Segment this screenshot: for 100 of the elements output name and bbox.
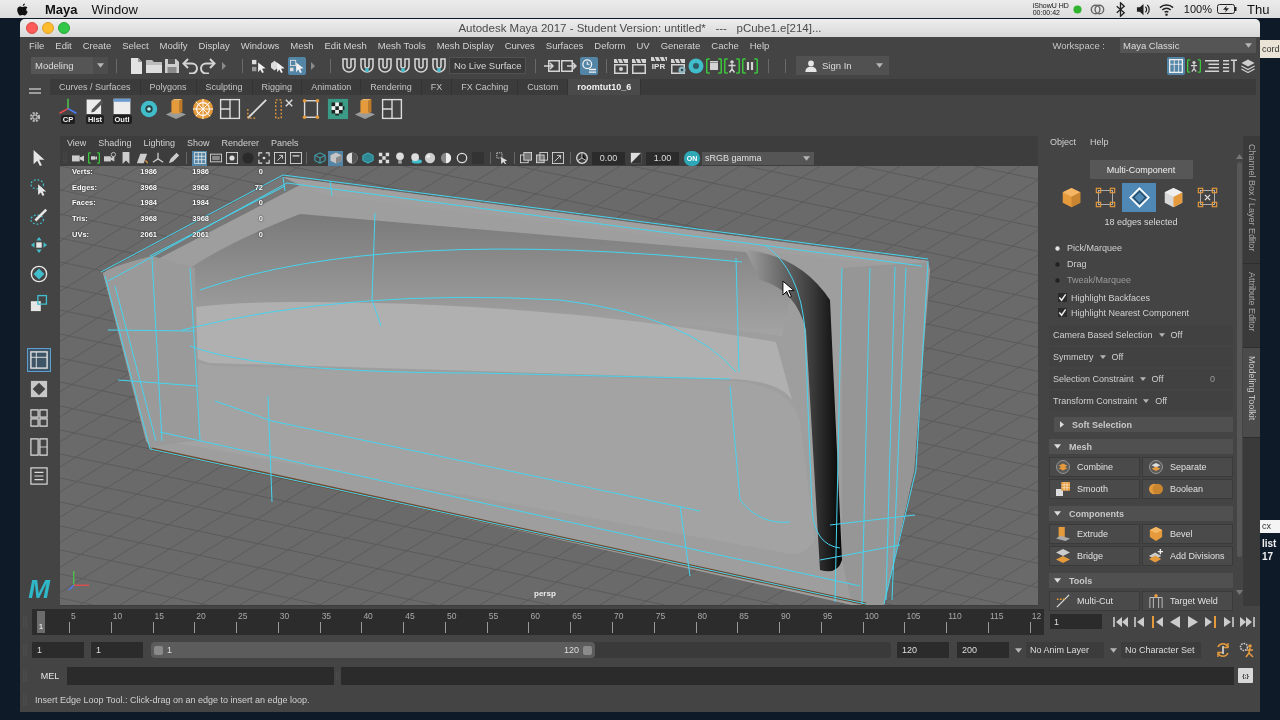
key-forward-icon[interactable] [1203,615,1219,628]
menu-item[interactable]: Generate [660,40,701,51]
menu-icon[interactable] [29,88,41,94]
tool-button[interactable]: Extrude [1049,524,1140,544]
three-line-axis-icon[interactable] [152,152,164,164]
paint-brush-icon[interactable] [30,207,48,225]
apple-icon[interactable] [16,1,29,17]
sofa-model-drawing[interactable] [100,174,930,605]
start-frame-field[interactable]: 1 [32,642,84,658]
section-header[interactable]: Components [1049,506,1233,521]
block-on-plane-icon[interactable] [165,98,187,120]
dotted-column-icon[interactable] [273,98,295,120]
section-header[interactable]: Tools [1049,573,1233,588]
close-button[interactable] [26,22,38,34]
layout-button[interactable] [27,464,51,488]
slanted-plane-icon[interactable] [136,152,148,164]
diagonal-line-icon[interactable] [246,98,268,120]
clapboard-icon[interactable] [631,57,647,74]
section-header[interactable]: Soft Selection [1054,417,1233,432]
anim-layer-dropdown[interactable]: No Anim Layer [1026,642,1104,658]
panel-toggle-button[interactable] [1167,56,1185,75]
folder-icon[interactable] [146,57,162,74]
workspace-dropdown[interactable]: Maya Classic [1120,38,1256,53]
gear-figure-icon[interactable] [1239,642,1255,658]
display-toggle-button[interactable] [256,150,271,166]
layout-button[interactable] [27,435,51,459]
component-mode-button[interactable] [1122,183,1156,212]
shelf-tab[interactable]: FX [421,79,453,95]
setting-value[interactable]: Off [1111,352,1124,362]
display-toggle-button[interactable] [208,150,223,166]
caret-icon[interactable] [1139,377,1146,381]
display-toggle-button[interactable] [272,150,287,166]
pencil-icon[interactable] [168,152,180,164]
menu-item[interactable]: Shading [98,138,132,148]
ipr-render-button[interactable]: IPR [649,57,668,74]
section-arrow-icon[interactable] [222,61,226,70]
split-window-icon[interactable] [219,98,241,120]
shading-toggle-button[interactable] [344,150,359,166]
command-input-field[interactable] [67,666,334,685]
menu-clock[interactable]: Thu [1247,1,1280,17]
magnet-icon[interactable] [413,57,429,74]
menu-item[interactable]: Surfaces [545,40,584,51]
tool-button[interactable]: Smooth [1049,479,1140,499]
window-arrow-icon[interactable] [561,57,577,74]
tool-button[interactable]: Target Weld [1142,591,1233,611]
scrollbar-thumb[interactable] [1236,162,1242,557]
setting-value[interactable]: Off [1155,396,1168,406]
diamond-ring-icon[interactable] [30,265,48,283]
radio-label[interactable]: Drag [1067,259,1087,269]
menu-item[interactable]: Panels [270,138,299,148]
menu-item[interactable]: File [29,40,45,51]
sign-in-dropdown[interactable]: Sign In [796,56,889,75]
ring-icon[interactable] [688,57,704,74]
selection-mode-button[interactable] [288,56,306,75]
sphere-icon[interactable] [424,152,436,164]
menu-item[interactable]: Lighting [143,138,175,148]
checker-window-icon[interactable] [327,98,349,120]
skip-back-icon[interactable] [1113,615,1129,628]
step-back-icon[interactable] [1131,615,1147,628]
section-arrow-icon[interactable] [311,61,315,70]
speaker-icon[interactable] [1135,1,1151,17]
status-dot-icon[interactable] [1072,4,1082,14]
script-language-button[interactable]: MEL [37,670,63,681]
display-toggle-button[interactable] [224,150,239,166]
aperture-icon[interactable] [576,152,588,164]
shading-toggle-button[interactable] [360,150,375,166]
tool-button[interactable]: Combine [1049,457,1140,477]
range-slider-track[interactable]: 1 120 [151,642,891,658]
checkbox[interactable] [1058,308,1067,317]
shelf-tab[interactable]: Animation [302,79,362,95]
menu-item[interactable]: Edit [55,40,72,51]
menu-item[interactable]: Help [1090,137,1109,147]
shelf-tab[interactable]: Polygons [140,79,197,95]
app-menu[interactable]: Maya [45,1,78,17]
side-tab[interactable]: Channel Box / Layer Editor [1243,136,1260,264]
menu-item[interactable]: UV [636,40,650,51]
tool-button[interactable]: Boolean [1142,479,1233,499]
color-space-dropdown[interactable]: sRGB gamma [702,151,814,165]
setting-value[interactable]: Off [1170,330,1183,340]
ring-icon[interactable] [138,98,160,120]
exposure-field[interactable]: 0.00 [592,151,625,165]
camera-icon[interactable] [72,152,84,164]
menu-item[interactable]: Display [198,40,230,51]
menu-item[interactable]: Modify [159,40,188,51]
move-arrows-icon[interactable] [30,236,48,254]
shelf-tab[interactable]: Rigging [252,79,303,95]
settings-icon[interactable] [29,111,41,123]
bookmark-icon[interactable] [120,152,132,164]
shelf-tab[interactable]: Curves / Surfaces [50,79,141,95]
menu-item[interactable]: Edit Mesh [324,40,367,51]
overlapping-squares-icon[interactable] [30,294,48,312]
window-arrow-icon[interactable] [544,57,560,74]
menu-item[interactable]: Renderer [221,138,259,148]
shelf-tab[interactable]: FX Caching [452,79,519,95]
display-toggle-button[interactable] [288,150,303,166]
magnet-icon[interactable] [431,57,447,74]
tool-button[interactable]: Multi-Cut [1049,591,1140,611]
tool-button[interactable]: Separate [1142,457,1233,477]
tool-button[interactable]: Add Divisions [1142,546,1233,566]
radio-button[interactable] [1055,245,1060,251]
